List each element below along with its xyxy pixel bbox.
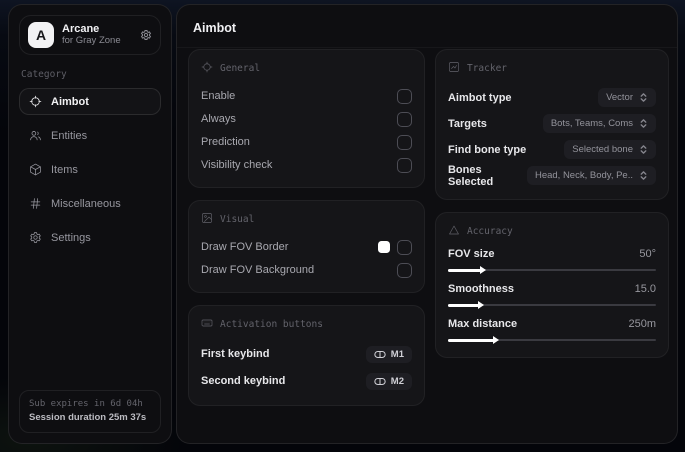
- chevron-updown-icon: [639, 93, 648, 102]
- enable-checkbox[interactable]: [396, 88, 412, 104]
- fov-size-value: 50°: [639, 248, 656, 260]
- bones-selected-label: Bones Selected: [447, 163, 494, 188]
- subscription-info: Sub expires in 6d 04h Session duration 2…: [19, 390, 161, 433]
- slider-fill: [447, 301, 485, 309]
- sidebar-item-label: Aimbot: [51, 95, 89, 108]
- dropdown-value: Bots, Teams, Coms: [550, 118, 633, 129]
- fov-size-label: FOV size: [447, 248, 495, 260]
- enable-label: Enable: [201, 90, 236, 102]
- users-icon: [29, 129, 42, 142]
- sidebar-item-items[interactable]: Items: [19, 156, 161, 183]
- crosshair-icon: [29, 95, 42, 108]
- app-subtitle: for Gray Zone: [62, 34, 121, 46]
- sidebar-item-label: Items: [51, 163, 78, 176]
- chevron-updown-icon: [639, 119, 648, 128]
- prediction-checkbox[interactable]: [396, 134, 412, 150]
- second-keybind-button[interactable]: M2: [365, 372, 412, 390]
- first-keybind-button[interactable]: M1: [365, 345, 412, 363]
- triangle-icon: [448, 224, 460, 239]
- smoothness-value: 15.0: [634, 283, 656, 295]
- category-label: Category: [21, 69, 67, 80]
- sub-expires-text: Sub expires in 6d 04h: [29, 399, 143, 410]
- second-keybind-label: Second keybind: [201, 375, 286, 387]
- keybind-value: M2: [390, 375, 404, 387]
- smoothness-label: Smoothness: [447, 283, 514, 295]
- draw-fov-border-label: Draw FOV Border: [201, 241, 289, 253]
- dropdown-value: Selected bone: [572, 144, 633, 155]
- sidebar-item-miscellaneous[interactable]: Miscellaneous: [19, 190, 161, 217]
- sidebar-item-aimbot[interactable]: Aimbot: [19, 88, 161, 115]
- session-duration-text: Session duration 25m 37s: [29, 412, 147, 424]
- gear-icon[interactable]: [140, 29, 152, 41]
- bones-selected-dropdown[interactable]: Head, Neck, Body, Pe..: [526, 166, 656, 185]
- draw-fov-background-checkbox[interactable]: [396, 262, 412, 278]
- accuracy-section: Accuracy FOV size 50° Smoothness 15.0 Ma…: [434, 212, 669, 358]
- visual-section: Visual Draw FOV Border Draw FOV Backgrou…: [188, 200, 425, 293]
- general-section: General Enable Always Prediction Visibil…: [188, 49, 425, 188]
- keyboard-icon: [201, 317, 213, 332]
- smoothness-slider[interactable]: [447, 301, 657, 309]
- max-distance-value: 250m: [628, 318, 656, 330]
- dropdown-value: Head, Neck, Body, Pe..: [534, 170, 633, 181]
- targets-label: Targets: [447, 117, 487, 130]
- slider-fill: [447, 266, 487, 274]
- section-title: General: [220, 63, 261, 74]
- draw-fov-background-label: Draw FOV Background: [201, 264, 315, 276]
- sidebar-item-entities[interactable]: Entities: [19, 122, 161, 149]
- fov-size-control: FOV size 50°: [447, 248, 657, 274]
- targets-dropdown[interactable]: Bots, Teams, Coms: [542, 114, 656, 133]
- chevron-updown-icon: [639, 171, 648, 180]
- find-bone-type-dropdown[interactable]: Selected bone: [564, 140, 656, 159]
- activation-buttons-section: Activation buttons First keybind M1 Seco…: [188, 305, 425, 406]
- sidebar: A Arcane for Gray Zone Category Aimbot E…: [8, 4, 172, 444]
- main-panel: Aimbot General Enable Always Prediction …: [176, 4, 678, 444]
- image-icon: [201, 212, 213, 227]
- tracker-section: Tracker Aimbot type Vector Targets Bots,…: [434, 49, 669, 200]
- app-logo: A: [28, 22, 54, 48]
- hash-icon: [29, 197, 42, 210]
- app-brand: A Arcane for Gray Zone: [19, 15, 161, 55]
- sidebar-item-label: Miscellaneous: [51, 197, 121, 210]
- prediction-label: Prediction: [201, 136, 250, 148]
- always-checkbox[interactable]: [396, 111, 412, 127]
- fov-border-color-swatch[interactable]: [377, 241, 390, 253]
- section-title: Tracker: [466, 63, 508, 74]
- crosshair-icon: [201, 61, 213, 76]
- sidebar-item-settings[interactable]: Settings: [19, 224, 161, 251]
- visibility-check-checkbox[interactable]: [396, 157, 412, 173]
- sidebar-item-label: Entities: [51, 129, 88, 142]
- draw-fov-border-checkbox[interactable]: [396, 239, 412, 255]
- section-title: Activation buttons: [220, 319, 323, 330]
- find-bone-type-label: Find bone type: [447, 143, 527, 156]
- app-name: Arcane: [62, 23, 100, 36]
- keybind-value: M1: [390, 348, 404, 360]
- visibility-check-label: Visibility check: [201, 159, 273, 171]
- sidebar-item-label: Settings: [51, 231, 91, 244]
- fov-size-slider[interactable]: [447, 266, 657, 274]
- page-title: Aimbot: [193, 21, 237, 35]
- dropdown-value: Vector: [606, 92, 633, 103]
- chart-icon: [448, 61, 460, 76]
- chevron-updown-icon: [639, 145, 648, 154]
- first-keybind-label: First keybind: [201, 348, 270, 360]
- aimbot-type-dropdown[interactable]: Vector: [598, 88, 656, 107]
- aimbot-type-label: Aimbot type: [447, 91, 512, 104]
- slider-fill: [447, 336, 499, 344]
- mouse-icon: [374, 377, 386, 386]
- gear-icon: [29, 231, 42, 244]
- smoothness-control: Smoothness 15.0: [447, 283, 657, 309]
- main-header: Aimbot: [177, 5, 677, 48]
- always-label: Always: [201, 113, 236, 125]
- section-title: Visual: [220, 214, 255, 225]
- max-distance-slider[interactable]: [447, 336, 657, 344]
- box-icon: [29, 163, 42, 176]
- mouse-icon: [374, 350, 386, 359]
- max-distance-label: Max distance: [447, 318, 518, 330]
- section-title: Accuracy: [466, 226, 513, 237]
- max-distance-control: Max distance 250m: [447, 318, 657, 344]
